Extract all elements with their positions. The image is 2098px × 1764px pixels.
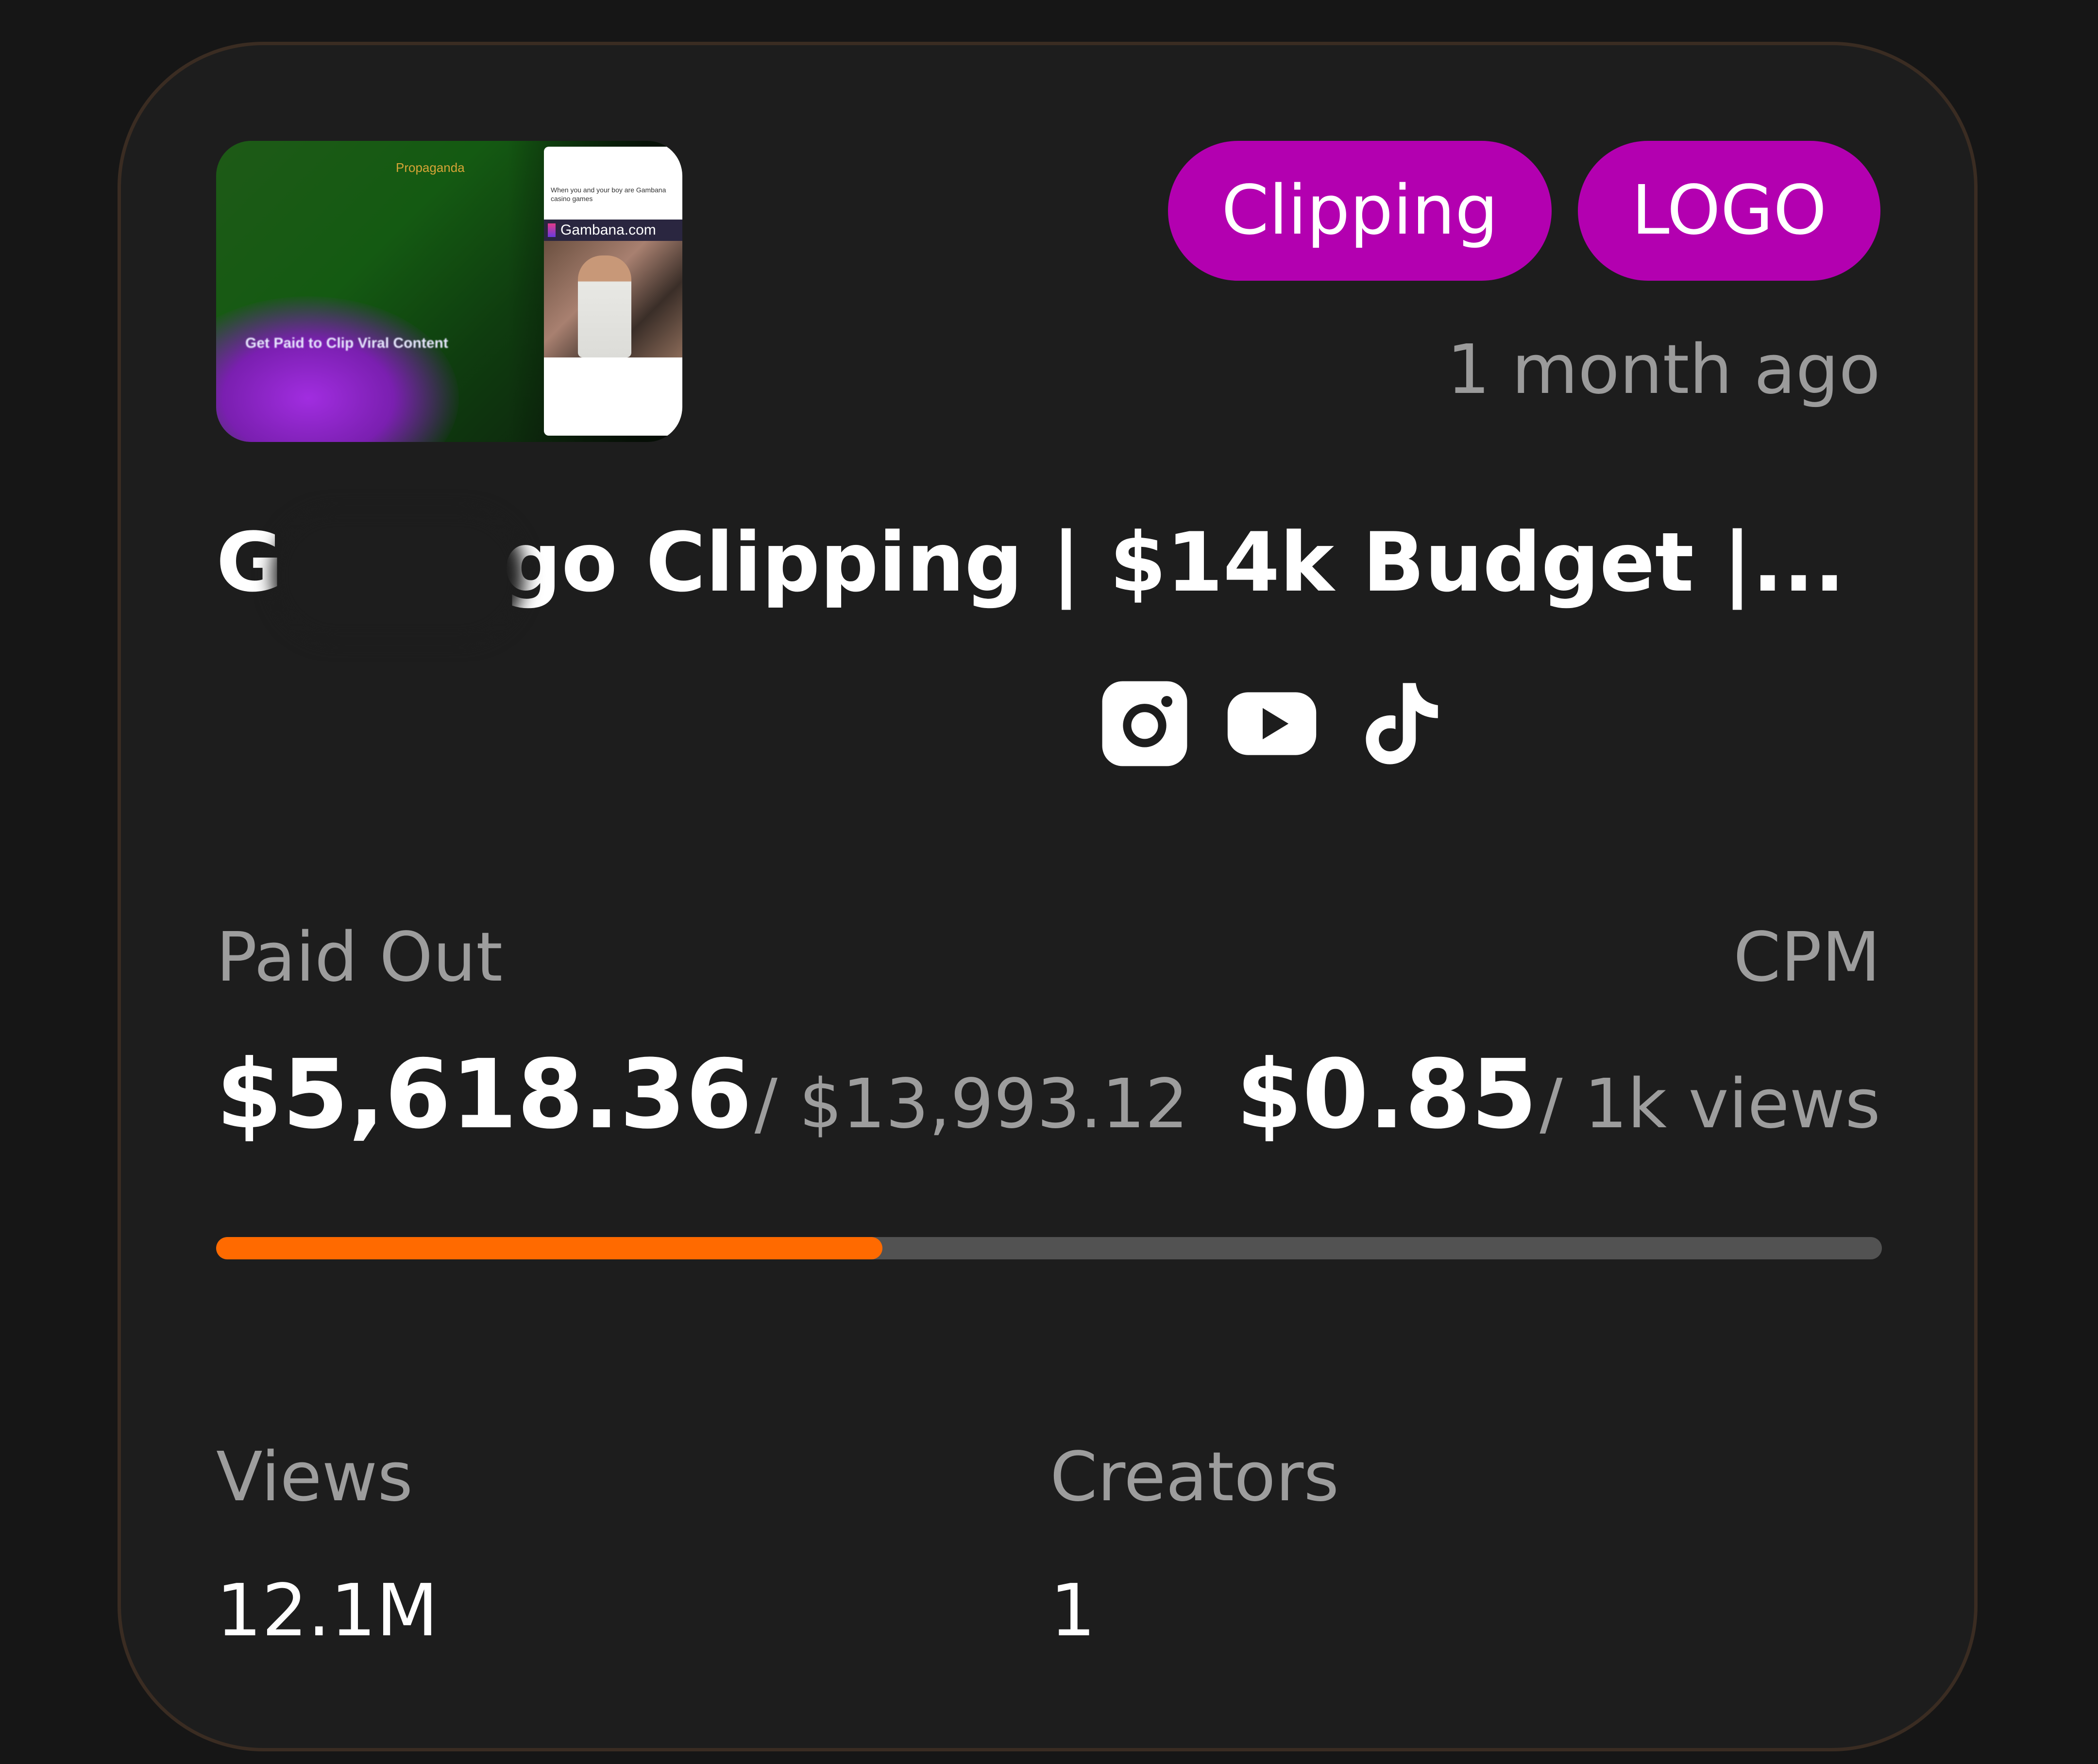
thumbnail-tagline: Get Paid to Clip Viral Content [245, 335, 448, 351]
thumbnail-person-figure [578, 255, 631, 357]
instagram-icon[interactable] [1099, 678, 1191, 770]
tiktok-icon[interactable] [1353, 678, 1445, 770]
cpm-amount: $0.85 [1236, 1039, 1538, 1150]
paid-out-values: $5,618.36 / $13,993.12 [216, 1039, 1188, 1150]
tag-logo[interactable]: LOGO [1578, 141, 1880, 281]
campaign-thumbnail[interactable]: Propaganda Get Paid to Clip Viral Conten… [216, 141, 682, 442]
thumbnail-phone-mockup: When you and your boy are Gambana casino… [544, 147, 682, 436]
cpm-label: CPM [1733, 918, 1880, 997]
paid-out-total: / $13,993.12 [754, 1065, 1188, 1144]
budget-progress-fill [216, 1237, 882, 1259]
cpm-values: $0.85 / 1k views [1236, 1039, 1880, 1150]
thumbnail-phone-scene [544, 241, 682, 357]
thumbnail-brand-text: Propaganda [396, 160, 465, 175]
paid-out-amount: $5,618.36 [216, 1039, 752, 1150]
creators-label: Creators [1050, 1438, 1339, 1517]
thumbnail-phone-caption: When you and your boy are Gambana casino… [551, 186, 666, 203]
paid-out-label: Paid Out [216, 918, 503, 997]
youtube-icon[interactable] [1226, 678, 1318, 770]
creators-value: 1 [1050, 1569, 1096, 1652]
tag-clipping[interactable]: Clipping [1168, 141, 1552, 281]
budget-progress-bar [216, 1237, 1882, 1259]
title-redaction-blur [272, 510, 524, 641]
thumbnail-purple-glow [216, 296, 459, 442]
posted-time: 1 month ago [1447, 330, 1880, 409]
cpm-unit: / 1k views [1540, 1065, 1880, 1144]
thumbnail-phone-site: Gambana.com [544, 220, 682, 241]
views-value: 12.1M [216, 1569, 439, 1652]
views-label: Views [216, 1438, 413, 1517]
